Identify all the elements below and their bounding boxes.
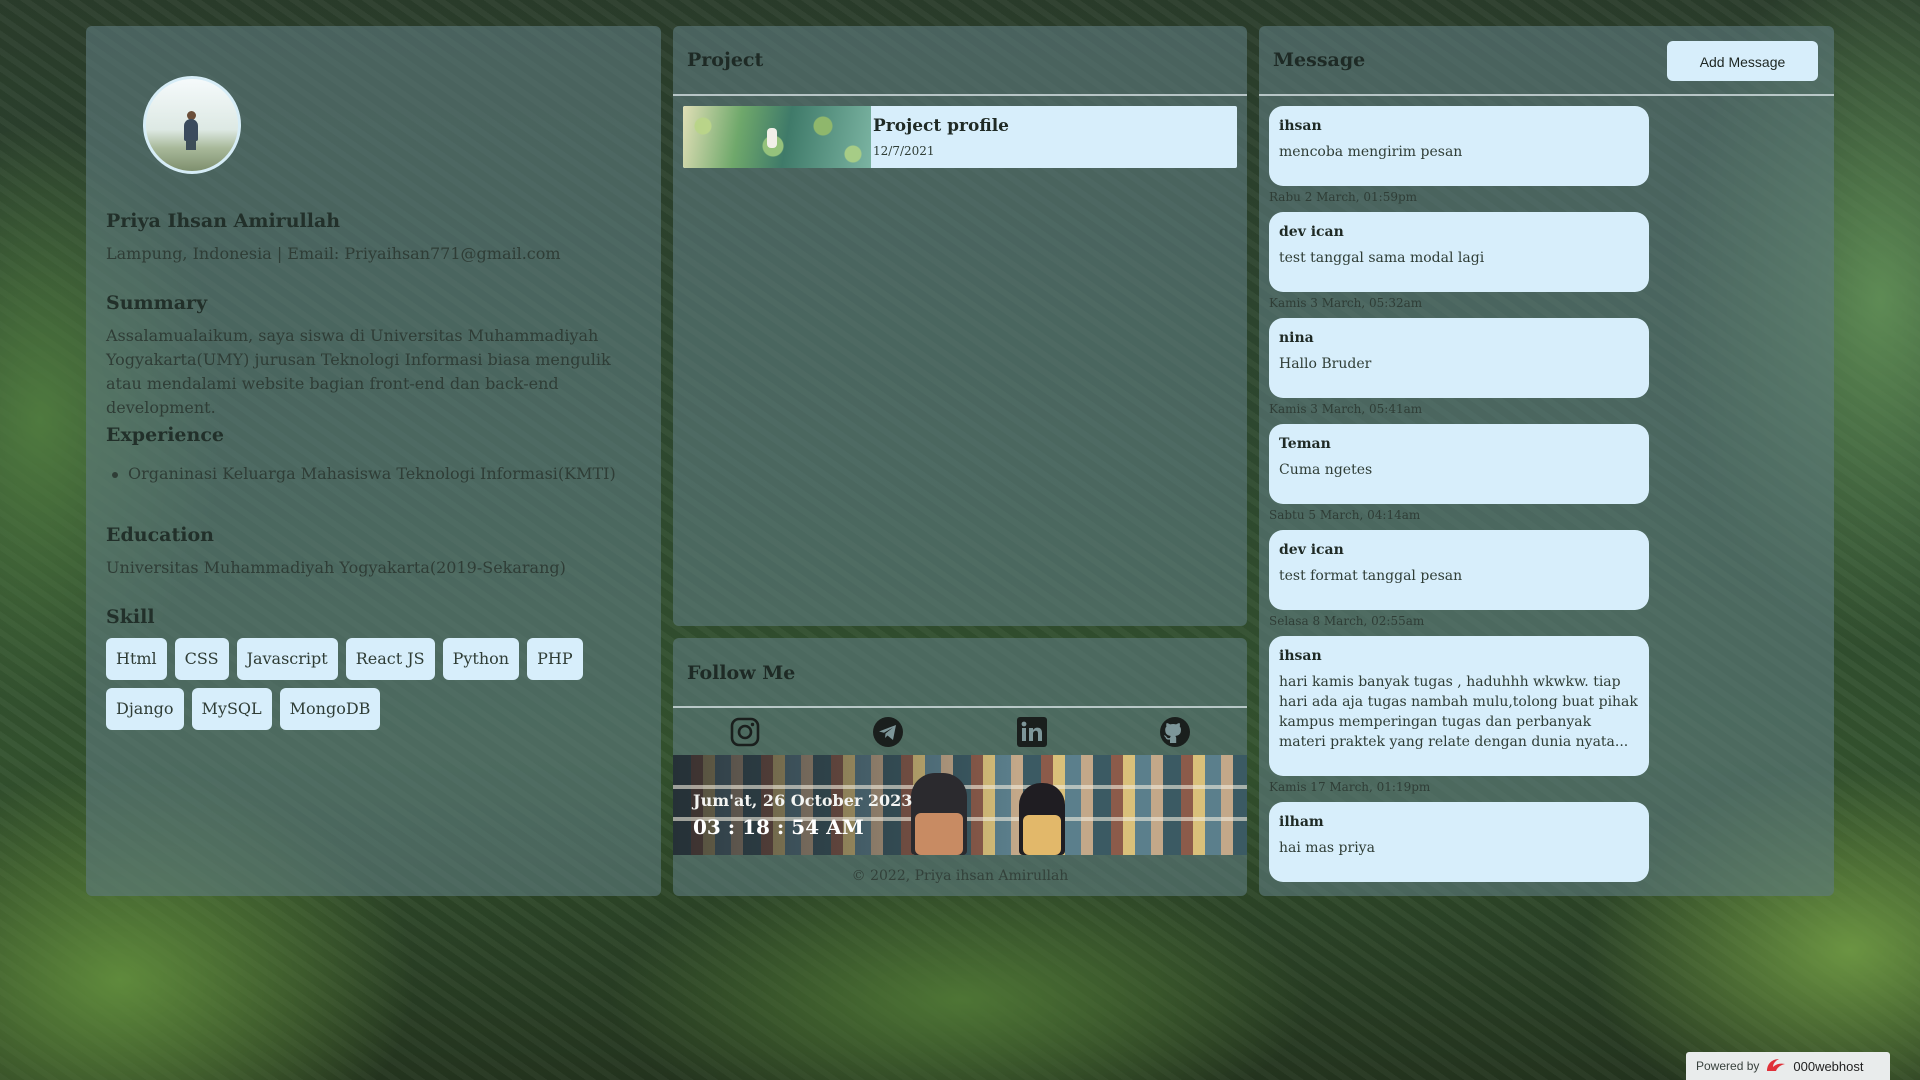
project-date: 12/7/2021	[873, 144, 935, 158]
message-timestamp: Kamis 3 March, 05:32am	[1269, 296, 1423, 310]
social-links	[673, 708, 1247, 756]
copyright: © 2022, Priya ihsan Amirullah	[851, 868, 1069, 884]
message-text: Hallo Bruder	[1279, 356, 1372, 372]
experience-heading: Experience	[106, 424, 224, 446]
message-timestamp: Sabtu 5 March, 04:14am	[1269, 508, 1421, 522]
skill-chip: Html	[106, 638, 167, 680]
message-text: Cuma ngetes	[1279, 462, 1373, 478]
message-author: ihsan	[1279, 118, 1322, 134]
message-text: hari kamis banyak tugas , haduhhh wkwkw.…	[1279, 674, 1638, 750]
skill-chip: Javascript	[236, 638, 338, 680]
project-title[interactable]: Project profile	[873, 116, 1009, 136]
skill-chip: React JS	[345, 638, 435, 680]
powered-brand: 000webhost	[1793, 1058, 1864, 1074]
message-text: test format tanggal pesan	[1279, 568, 1463, 584]
avatar	[143, 76, 241, 174]
instagram-icon[interactable]	[727, 714, 763, 750]
skill-chip: MySQL	[191, 688, 272, 730]
message-card: ihsan hari kamis banyak tugas , haduhhh …	[1269, 636, 1649, 776]
message-card: Teman Cuma ngetes	[1269, 424, 1649, 504]
message-list: ihsan mencoba mengirim pesan Rabu 2 Marc…	[1269, 106, 1649, 882]
linkedin-icon[interactable]	[1014, 714, 1050, 750]
profile-panel: Priya Ihsan Amirullah Lampung, Indonesia…	[86, 26, 661, 896]
message-timestamp: Rabu 2 March, 01:59pm	[1269, 190, 1418, 204]
summary-text: Assalamualaikum, saya siswa di Universit…	[106, 326, 611, 417]
webhost-logo-icon	[1765, 1057, 1787, 1076]
project-panel: Project Project profile 12/7/2021	[673, 26, 1247, 626]
message-header: Message Add Message	[1259, 26, 1834, 96]
message-author: nina	[1279, 330, 1314, 346]
message-card: nina Hallo Bruder	[1269, 318, 1649, 398]
message-text: test tanggal sama modal lagi	[1279, 250, 1485, 266]
skill-chip: Python	[442, 638, 520, 680]
powered-label: Powered by	[1696, 1059, 1760, 1073]
follow-panel: Follow Me Jum'at, 26 October 2023 03 : 1…	[673, 638, 1247, 896]
message-author: ilham	[1279, 814, 1324, 830]
project-heading: Project	[673, 26, 1247, 96]
telegram-icon[interactable]	[870, 714, 906, 750]
message-card: dev ican test format tanggal pesan	[1269, 530, 1649, 610]
profile-contact: Lampung, Indonesia | Email: Priyaihsan77…	[106, 244, 561, 263]
message-heading: Message	[1273, 49, 1366, 71]
skill-chip: MongoDB	[279, 688, 381, 730]
project-card[interactable]: Project profile 12/7/2021	[683, 106, 1237, 168]
message-text: mencoba mengirim pesan	[1279, 144, 1463, 160]
skill-chip: CSS	[174, 638, 229, 680]
message-text: hai mas priya	[1279, 840, 1375, 856]
message-author: dev ican	[1279, 542, 1344, 558]
message-timestamp: Selasa 8 March, 02:55am	[1269, 614, 1425, 628]
experience-item: Organinasi Keluarga Mahasiswa Teknologi …	[112, 464, 616, 483]
follow-heading: Follow Me	[673, 638, 1247, 708]
github-icon[interactable]	[1157, 714, 1193, 750]
message-timestamp: Kamis 3 March, 05:41am	[1269, 402, 1423, 416]
message-author: dev ican	[1279, 224, 1344, 240]
profile-name: Priya Ihsan Amirullah	[106, 210, 341, 232]
message-card: ihsan mencoba mengirim pesan	[1269, 106, 1649, 186]
current-time: 03 : 18 : 54 AM	[693, 815, 864, 839]
powered-by-badge[interactable]: Powered by 000webhost	[1686, 1052, 1890, 1080]
summary-heading: Summary	[106, 292, 208, 314]
project-thumbnail	[683, 106, 871, 168]
skill-list: Html CSS Javascript React JS Python PHP …	[106, 638, 626, 730]
education-heading: Education	[106, 524, 214, 546]
skill-heading: Skill	[106, 606, 155, 628]
add-message-button[interactable]: Add Message	[1667, 41, 1818, 81]
message-card: ilham hai mas priya	[1269, 802, 1649, 882]
skill-chip: PHP	[527, 638, 583, 680]
current-date: Jum'at, 26 October 2023	[693, 791, 913, 810]
message-timestamp: Kamis 17 March, 01:19pm	[1269, 780, 1431, 794]
message-author: Teman	[1279, 436, 1331, 452]
education-text: Universitas Muhammadiyah Yogyakarta(2019…	[106, 558, 566, 577]
message-panel: Message Add Message ihsan mencoba mengir…	[1259, 26, 1834, 896]
skill-chip: Django	[106, 688, 184, 730]
message-card: dev ican test tanggal sama modal lagi	[1269, 212, 1649, 292]
message-author: ihsan	[1279, 648, 1322, 664]
clock-banner: Jum'at, 26 October 2023 03 : 18 : 54 AM	[673, 755, 1247, 855]
